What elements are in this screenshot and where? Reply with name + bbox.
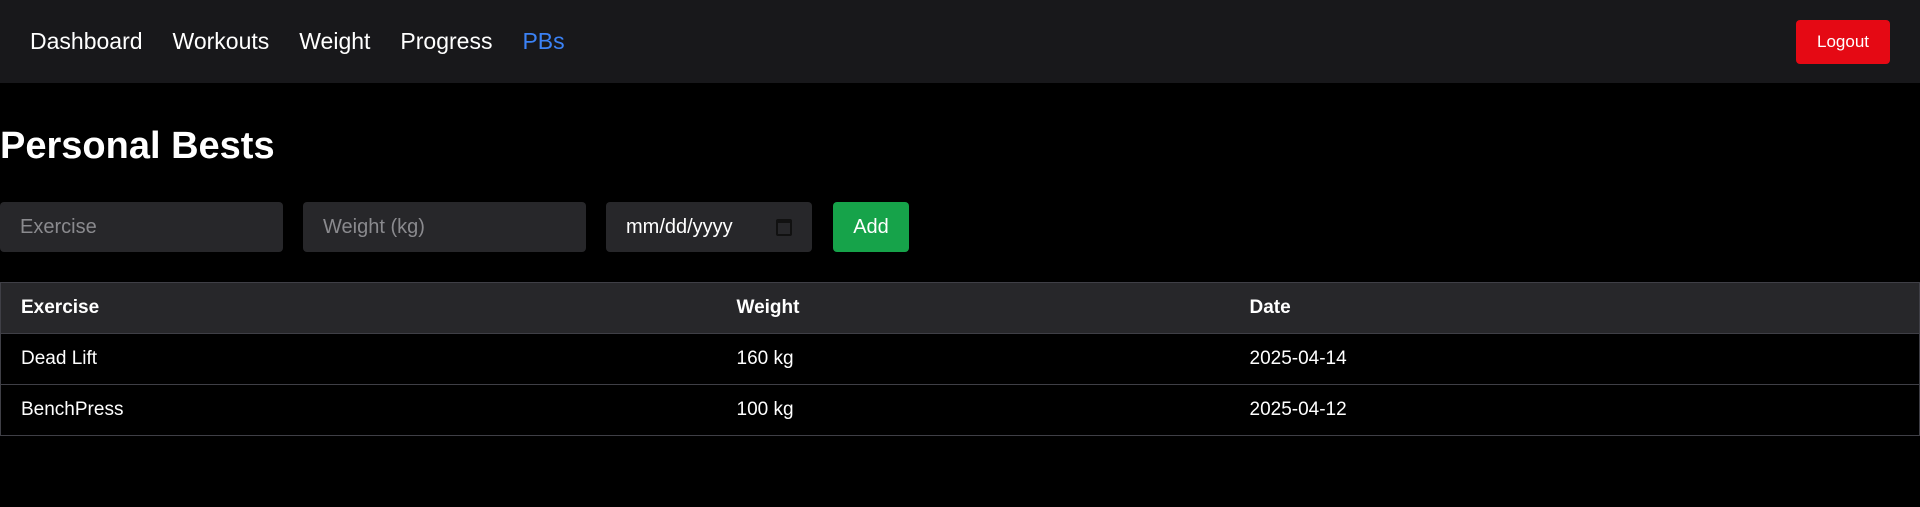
weight-input[interactable] <box>303 202 586 252</box>
calendar-icon[interactable] <box>776 218 792 236</box>
nav-links: Dashboard Workouts Weight Progress PBs <box>30 28 595 55</box>
nav-link-workouts[interactable]: Workouts <box>173 28 270 55</box>
table-header-row: Exercise Weight Date <box>0 282 1920 334</box>
logout-button[interactable]: Logout <box>1796 19 1890 64</box>
header-weight: Weight <box>716 282 1230 334</box>
page-title: Personal Bests <box>0 125 275 167</box>
cell-date: 2025-04-14 <box>1229 333 1920 385</box>
header-date: Date <box>1229 282 1920 334</box>
navbar: Dashboard Workouts Weight Progress PBs L… <box>0 0 1920 83</box>
add-button[interactable]: Add <box>833 202 909 252</box>
pb-table: Exercise Weight Date Dead Lift 160 kg 20… <box>0 282 1920 436</box>
nav-link-progress[interactable]: Progress <box>400 28 492 55</box>
table-row: BenchPress 100 kg 2025-04-12 <box>0 384 1920 436</box>
exercise-input[interactable] <box>0 202 283 252</box>
nav-link-pbs[interactable]: PBs <box>522 28 564 55</box>
nav-link-dashboard[interactable]: Dashboard <box>30 28 143 55</box>
nav-link-weight[interactable]: Weight <box>299 28 370 55</box>
header-exercise: Exercise <box>0 282 717 334</box>
add-pb-form: mm/dd/yyyy Add <box>0 202 1920 252</box>
table-row: Dead Lift 160 kg 2025-04-14 <box>0 333 1920 385</box>
cell-date: 2025-04-12 <box>1229 384 1920 436</box>
cell-weight: 160 kg <box>716 333 1230 385</box>
date-input[interactable]: mm/dd/yyyy <box>606 202 812 252</box>
cell-exercise: BenchPress <box>0 384 717 436</box>
date-input-placeholder: mm/dd/yyyy <box>626 215 733 238</box>
cell-exercise: Dead Lift <box>0 333 717 385</box>
cell-weight: 100 kg <box>716 384 1230 436</box>
